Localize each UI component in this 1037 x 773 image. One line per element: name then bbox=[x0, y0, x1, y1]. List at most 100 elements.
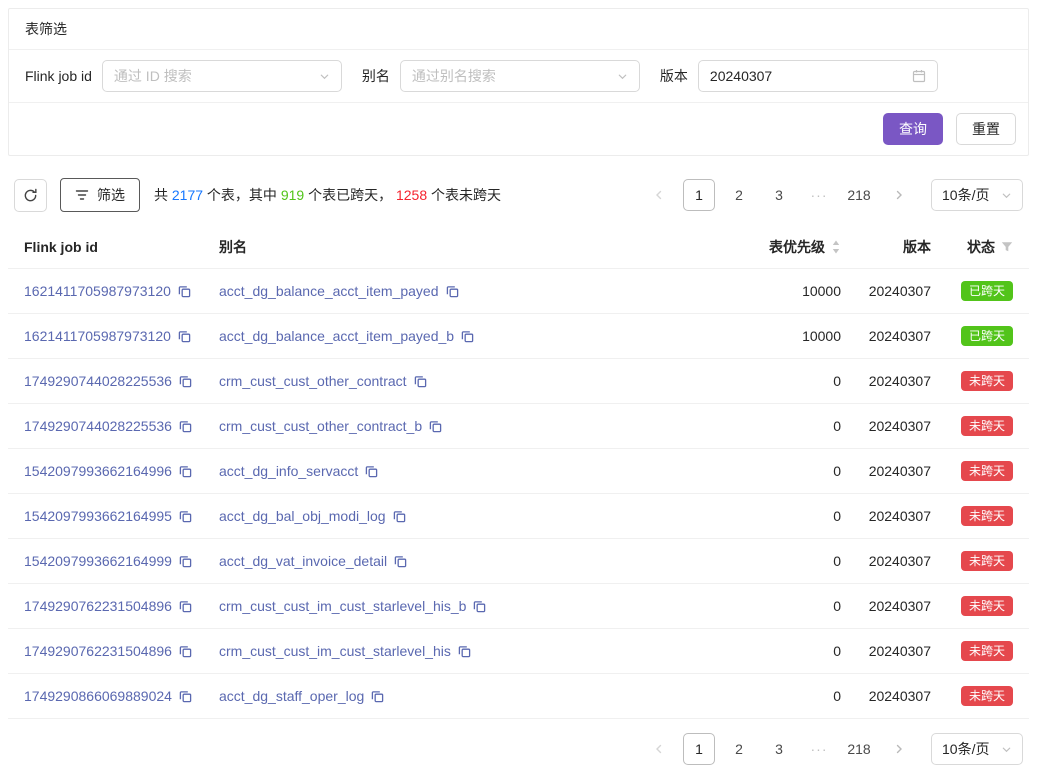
row-priority: 0 bbox=[721, 688, 841, 704]
pagination-page-3[interactable]: 3 bbox=[763, 733, 795, 765]
status-badge: 未跨天 bbox=[961, 371, 1013, 391]
row-version: 20240307 bbox=[841, 373, 931, 389]
row-alias-link[interactable]: crm_cust_cust_other_contract bbox=[219, 373, 407, 389]
refresh-button[interactable] bbox=[14, 179, 47, 212]
row-alias-link[interactable]: acct_dg_balance_acct_item_payed_b bbox=[219, 328, 454, 344]
toolbar: 筛选 共 2177 个表，其中 919 个表已跨天， 1258 个表未跨天 12… bbox=[8, 178, 1029, 212]
pagination-prev[interactable] bbox=[643, 733, 675, 765]
filter-card-title: 表筛选 bbox=[9, 9, 1028, 50]
pagination-page-2[interactable]: 2 bbox=[723, 179, 755, 211]
page-size-select[interactable]: 10条/页 bbox=[931, 733, 1023, 765]
pagination-prev[interactable] bbox=[643, 179, 675, 211]
pagination-page-2[interactable]: 2 bbox=[723, 733, 755, 765]
sorter-icon[interactable] bbox=[831, 239, 841, 255]
pagination-page-3[interactable]: 3 bbox=[763, 179, 795, 211]
row-id-link[interactable]: 1749290762231504896 bbox=[24, 598, 172, 614]
copy-icon[interactable] bbox=[371, 690, 384, 703]
row-alias-link[interactable]: acct_dg_balance_acct_item_payed bbox=[219, 283, 439, 299]
copy-icon[interactable] bbox=[179, 420, 192, 433]
version-date-input[interactable]: 20240307 bbox=[698, 60, 938, 92]
pagination-ellipsis[interactable]: ··· bbox=[803, 179, 835, 211]
copy-icon[interactable] bbox=[365, 465, 378, 478]
row-id-link[interactable]: 1749290744028225536 bbox=[24, 373, 172, 389]
copy-icon[interactable] bbox=[458, 645, 471, 658]
copy-icon[interactable] bbox=[179, 510, 192, 523]
copy-icon[interactable] bbox=[178, 330, 191, 343]
cell-status: 未跨天 bbox=[931, 461, 1013, 481]
bottom-bar: 123···218 10条/页 bbox=[8, 733, 1029, 765]
table-row: 1542097993662164996 acct_dg_info_servacc… bbox=[8, 449, 1029, 494]
status-badge: 已跨天 bbox=[961, 281, 1013, 301]
flink-job-id-select[interactable]: 通过 ID 搜索 bbox=[102, 60, 342, 92]
summary-segment: 个表未跨天 bbox=[427, 187, 501, 203]
pagination-page-218[interactable]: 218 bbox=[843, 733, 875, 765]
copy-icon[interactable] bbox=[179, 555, 192, 568]
summary-count-green: 919 bbox=[281, 187, 304, 203]
pagination-ellipsis[interactable]: ··· bbox=[803, 733, 835, 765]
pagination-page-218[interactable]: 218 bbox=[843, 179, 875, 211]
col-header-priority[interactable]: 表优先级 bbox=[721, 237, 841, 257]
row-id-link[interactable]: 1542097993662164996 bbox=[24, 463, 172, 479]
query-button[interactable]: 查询 bbox=[883, 113, 943, 145]
status-badge: 未跨天 bbox=[961, 461, 1013, 481]
chevron-right-icon bbox=[893, 743, 905, 755]
row-version: 20240307 bbox=[841, 553, 931, 569]
copy-icon[interactable] bbox=[179, 600, 192, 613]
row-priority: 10000 bbox=[721, 328, 841, 344]
copy-icon[interactable] bbox=[429, 420, 442, 433]
filter-button[interactable]: 筛选 bbox=[60, 178, 140, 212]
copy-icon[interactable] bbox=[473, 600, 486, 613]
copy-icon[interactable] bbox=[446, 285, 459, 298]
copy-icon[interactable] bbox=[393, 510, 406, 523]
summary-count-blue: 2177 bbox=[172, 187, 203, 203]
filter-card-body: Flink job id 通过 ID 搜索 别名 通过别名搜索 版本 20240… bbox=[9, 50, 1028, 103]
row-id-link[interactable]: 1749290744028225536 bbox=[24, 418, 172, 434]
row-alias-link[interactable]: acct_dg_info_servacct bbox=[219, 463, 358, 479]
page-size-select[interactable]: 10条/页 bbox=[931, 179, 1023, 211]
cell-status: 未跨天 bbox=[931, 641, 1013, 661]
reset-button[interactable]: 重置 bbox=[956, 113, 1016, 145]
filter-button-label: 筛选 bbox=[97, 185, 125, 205]
filter-lines-icon bbox=[75, 188, 89, 202]
copy-icon[interactable] bbox=[394, 555, 407, 568]
status-badge: 未跨天 bbox=[961, 416, 1013, 436]
pagination-next[interactable] bbox=[883, 733, 915, 765]
chevron-left-icon bbox=[653, 189, 665, 201]
alias-select[interactable]: 通过别名搜索 bbox=[400, 60, 640, 92]
row-priority: 0 bbox=[721, 508, 841, 524]
row-alias-link[interactable]: acct_dg_vat_invoice_detail bbox=[219, 553, 387, 569]
copy-icon[interactable] bbox=[414, 375, 427, 388]
pagination-next[interactable] bbox=[883, 179, 915, 211]
filter-funnel-icon[interactable] bbox=[1001, 241, 1013, 253]
row-id-link[interactable]: 1621411705987973120 bbox=[24, 328, 171, 344]
chevron-down-icon bbox=[1001, 190, 1012, 201]
copy-icon[interactable] bbox=[178, 285, 191, 298]
copy-icon[interactable] bbox=[179, 690, 192, 703]
pagination-bottom: 123···218 10条/页 bbox=[635, 733, 1023, 765]
copy-icon[interactable] bbox=[179, 375, 192, 388]
row-id-link[interactable]: 1749290866069889024 bbox=[24, 688, 172, 704]
row-id-link[interactable]: 1749290762231504896 bbox=[24, 643, 172, 659]
row-alias-link[interactable]: crm_cust_cust_im_cust_starlevel_his_b bbox=[219, 598, 466, 614]
table-row: 1542097993662164995 acct_dg_bal_obj_modi… bbox=[8, 494, 1029, 539]
pagination-page-1[interactable]: 1 bbox=[683, 179, 715, 211]
row-alias-link[interactable]: acct_dg_bal_obj_modi_log bbox=[219, 508, 386, 524]
row-alias-link[interactable]: crm_cust_cust_im_cust_starlevel_his bbox=[219, 643, 451, 659]
pagination-page-1[interactable]: 1 bbox=[683, 733, 715, 765]
cell-alias: crm_cust_cust_other_contract bbox=[219, 373, 721, 389]
row-id-link[interactable]: 1542097993662164995 bbox=[24, 508, 172, 524]
row-id-link[interactable]: 1621411705987973120 bbox=[24, 283, 171, 299]
table-row: 1749290762231504896 crm_cust_cust_im_cus… bbox=[8, 629, 1029, 674]
row-alias-link[interactable]: acct_dg_staff_oper_log bbox=[219, 688, 364, 704]
table-body: 1621411705987973120 acct_dg_balance_acct… bbox=[8, 269, 1029, 719]
copy-icon[interactable] bbox=[179, 465, 192, 478]
calendar-icon bbox=[912, 69, 926, 83]
cell-alias: crm_cust_cust_other_contract_b bbox=[219, 418, 721, 434]
row-id-link[interactable]: 1542097993662164999 bbox=[24, 553, 172, 569]
flink-job-id-label: Flink job id bbox=[25, 68, 92, 84]
copy-icon[interactable] bbox=[179, 645, 192, 658]
row-alias-link[interactable]: crm_cust_cust_other_contract_b bbox=[219, 418, 422, 434]
chevron-down-icon bbox=[1001, 744, 1012, 755]
copy-icon[interactable] bbox=[461, 330, 474, 343]
cell-status: 未跨天 bbox=[931, 371, 1013, 391]
